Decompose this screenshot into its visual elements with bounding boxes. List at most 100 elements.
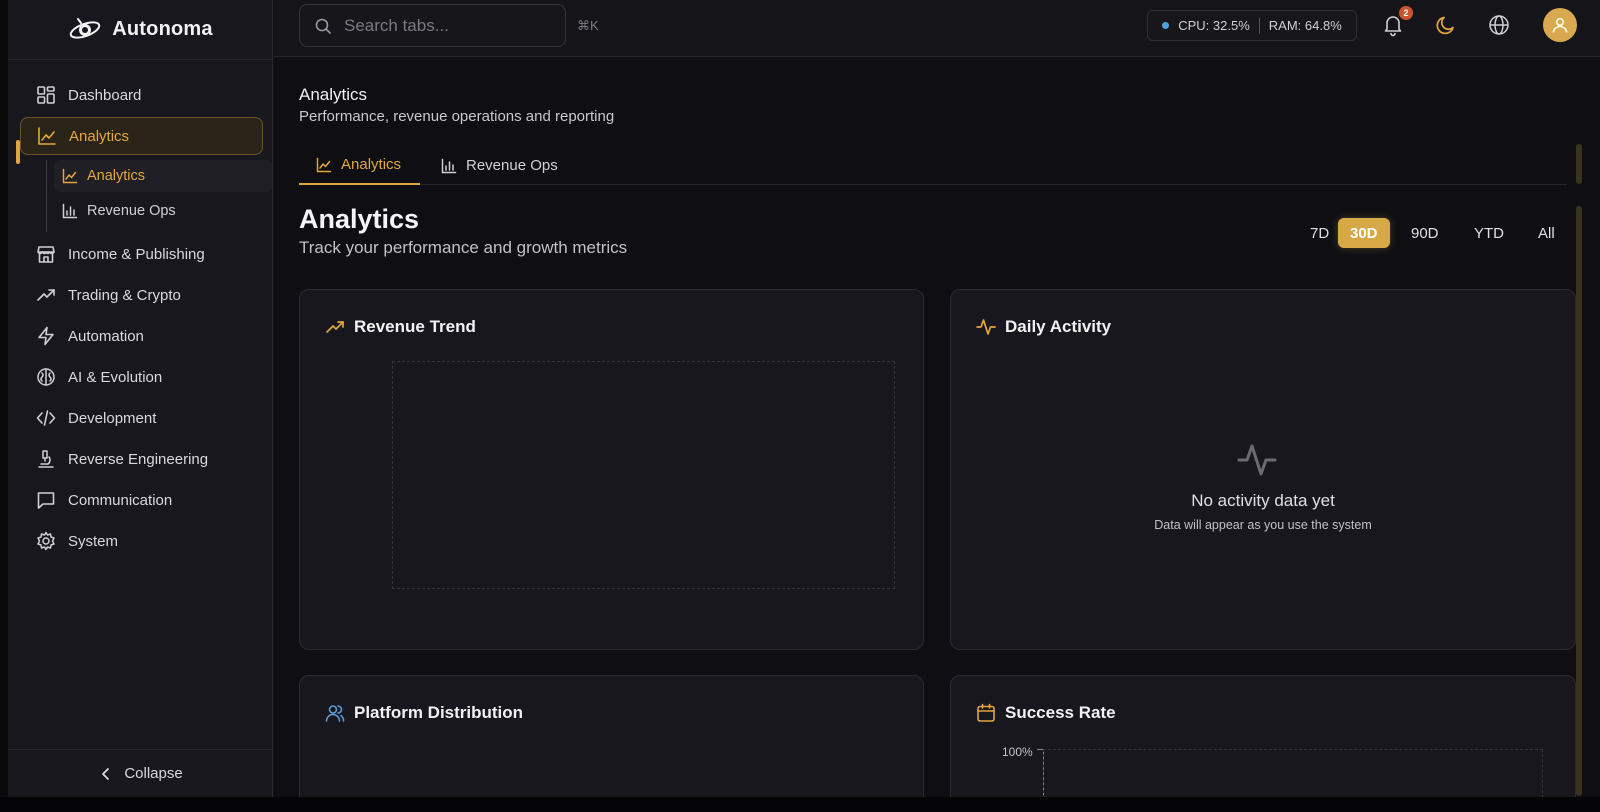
status-dot [1162,22,1170,29]
card-header: Success Rate [976,703,1116,723]
card-header: Daily Activity [976,317,1111,337]
sidebar-item-ai-evolution[interactable]: AI & Evolution [20,359,263,395]
sidebar-item-analytics[interactable]: Analytics [20,117,263,155]
calendar-icon [976,703,996,723]
page-subtitle: Track your performance and growth metric… [299,238,628,257]
empty-state-subtitle: Data will appear as you use the system [1154,518,1372,532]
microscope-icon [36,449,56,469]
notification-badge: 2 [1399,6,1413,20]
range-7d-button[interactable]: 7D [1298,218,1341,248]
brain-icon [36,367,56,387]
sidebar-subitem-label: Revenue Ops [87,203,176,219]
sidebar-item-label: Income & Publishing [68,245,205,263]
tab-revenue-ops[interactable]: Revenue Ops [424,146,575,185]
line-chart-icon [62,168,78,184]
atom-logo-icon [68,16,102,44]
bar-chart-icon [441,158,457,174]
window-left-edge [0,0,8,797]
range-30d-button[interactable]: 30D [1338,218,1390,248]
system-stats: CPU: 32.5% RAM: 64.8% [1147,10,1357,41]
sidebar-item-label: Automation [68,327,144,345]
sidebar-item-label: Dashboard [68,86,142,104]
range-90d-button[interactable]: 90D [1399,218,1451,248]
sidebar-item-income-publishing[interactable]: Income & Publishing [20,236,263,272]
card-header: Platform Distribution [325,703,523,723]
sidebar-item-trading-crypto[interactable]: Trading & Crypto [20,277,263,313]
search-icon [314,17,332,35]
page-header-title: Analytics [299,85,368,104]
submenu-guide-line [46,160,47,232]
bar-chart-icon [62,203,78,219]
avatar[interactable] [1543,8,1577,42]
tab-bar: Analytics Revenue Ops [299,146,1567,185]
ram-usage: RAM: 64.8% [1268,18,1342,33]
dashboard-icon [36,85,56,105]
sidebar-item-communication[interactable]: Communication [20,482,263,518]
sidebar-item-reverse-engineering[interactable]: Reverse Engineering [20,441,263,477]
stats-divider [1258,17,1260,34]
revenue-trend-card: Revenue Trend [299,289,924,650]
activity-icon [1237,440,1277,480]
cpu-usage: CPU: 32.5% [1178,18,1250,33]
revenue-chart-area [392,361,895,589]
sidebar-item-label: Communication [68,491,173,509]
tab-label: Analytics [341,156,402,173]
range-ytd-button[interactable]: YTD [1462,218,1516,248]
card-title: Daily Activity [1005,317,1112,336]
scrollbar-inner[interactable] [1576,206,1582,796]
store-icon [36,244,56,264]
tab-analytics[interactable]: Analytics [299,146,420,185]
sidebar-item-dashboard[interactable]: Dashboard [20,77,263,113]
app-window: Autonoma Dashboard Analytics Analytics R… [0,0,1600,797]
sidebar-item-system[interactable]: System [20,523,263,559]
trending-up-icon [325,317,345,337]
collapse-label: Collapse [124,765,183,782]
users-icon [325,703,345,723]
sidebar-item-label: Analytics [69,127,130,145]
search-shortcut: ⌘K [577,17,599,33]
range-all-button[interactable]: All [1526,218,1567,248]
topbar: ⌘K CPU: 32.5% RAM: 64.8% 2 [274,0,1600,57]
message-icon [36,490,56,510]
card-header: Revenue Trend [325,317,476,337]
card-title: Success Rate [1005,703,1116,722]
tab-label: Revenue Ops [466,157,558,174]
page-header-subtitle: Performance, revenue operations and repo… [299,108,615,125]
line-chart-icon [316,157,332,173]
sidebar-item-label: System [68,532,119,550]
sidebar-item-label: AI & Evolution [68,368,163,386]
sidebar-item-label: Development [68,409,157,427]
daily-activity-card: Daily Activity No activity data yet Data… [950,289,1576,650]
collapse-button[interactable]: Collapse [8,749,273,797]
trending-up-icon [36,285,56,305]
card-title: Revenue Trend [354,317,476,336]
lightning-icon [36,326,56,346]
moon-icon[interactable] [1434,13,1458,37]
platform-distribution-card: Platform Distribution [299,675,924,797]
search-box[interactable]: ⌘K [299,4,599,47]
line-chart-icon [37,126,57,146]
success-rate-card: Success Rate 100% [950,675,1576,797]
sidebar-item-label: Trading & Crypto [68,286,181,304]
y-axis-top-label: 100% [1002,745,1033,759]
sidebar-item-label: Reverse Engineering [68,450,209,468]
sidebar-subitem-analytics[interactable]: Analytics [54,160,272,192]
globe-icon[interactable] [1487,13,1511,37]
sidebar-item-automation[interactable]: Automation [20,318,263,354]
sidebar: Autonoma Dashboard Analytics Analytics R… [8,0,273,797]
brand[interactable]: Autonoma [8,0,273,60]
bottom-strip [0,797,1600,812]
chevron-left-icon [98,766,114,782]
search-input[interactable] [344,15,565,36]
code-icon [36,408,56,428]
card-title: Platform Distribution [354,703,524,722]
app-name: Autonoma [112,18,213,40]
success-chart-area [1043,749,1543,797]
page-title: Analytics [299,204,420,234]
sidebar-subitem-revenue-ops[interactable]: Revenue Ops [54,195,272,227]
gear-icon [36,531,56,551]
empty-state-title: No activity data yet [1191,491,1335,510]
scrollbar-outer[interactable] [1576,144,1582,184]
activity-icon [976,317,996,337]
sidebar-item-development[interactable]: Development [20,400,263,436]
